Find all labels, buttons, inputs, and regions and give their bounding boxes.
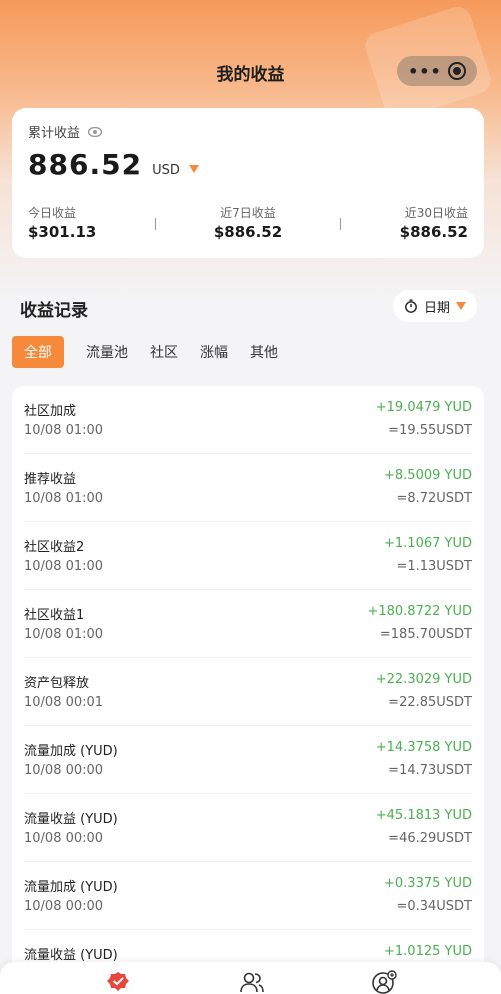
mini-program-capsule[interactable]: ••• [397,56,477,86]
tab-community[interactable]: 社区 [150,336,178,368]
record-usdt: =1.13USDT [396,559,472,574]
date-filter-button[interactable]: 日期 [393,290,477,322]
list-item[interactable]: 社区收益2 10/08 01:00 +1.1067 YUD =1.13USDT [24,522,472,590]
record-amount: +1.1067 YUD [384,536,472,551]
stat-today: 今日收益 $301.13 [28,204,96,241]
record-time: 10/08 00:01 [24,695,104,710]
summary-amount-row: 886.52 USD [28,148,200,181]
records-list: 社区加成 10/08 01:00 +19.0479 YUD =19.55USDT… [12,386,484,994]
record-usdt: =14.73USDT [388,763,472,778]
stat-label: 近30日收益 [404,206,468,220]
record-usdt: =185.70USDT [379,627,472,642]
community-icon[interactable] [238,970,266,994]
record-time: 10/08 00:00 [24,831,104,846]
tab-all[interactable]: 全部 [12,336,64,368]
records-tabs: 全部 流量池 社区 涨幅 其他 [12,336,278,368]
eye-icon[interactable] [88,126,103,137]
record-time: 10/08 01:00 [24,423,104,438]
summary-label-row: 累计收益 [28,122,103,141]
record-usdt: =8.72USDT [396,491,472,506]
stat-value: $886.52 [213,223,283,241]
caret-down-icon [188,165,199,173]
divider [340,218,342,230]
record-name: 流量加成 (YUD) [24,880,118,895]
record-amount: +14.3758 YUD [375,740,472,755]
tab-traffic-pool[interactable]: 流量池 [86,336,128,368]
record-amount: +1.0125 YUD [384,944,472,959]
stat-value: $886.52 [399,223,468,241]
record-name: 流量收益 (YUD) [24,812,118,827]
stats-row: 今日收益 $301.13 近7日收益 $886.52 近30日收益 $886.5… [28,204,468,241]
records-title: 收益记录 [20,301,88,321]
record-amount: +0.3375 YUD [384,876,472,891]
tab-other[interactable]: 其他 [250,336,278,368]
currency-label: USD [152,163,180,178]
stat-7-days: 近7日收益 $886.52 [214,204,282,241]
stat-30-days: 近30日收益 $886.52 [400,204,468,241]
record-name: 社区收益1 [24,608,85,623]
record-amount: +8.5009 YUD [384,468,472,483]
total-amount: 886.52 [28,148,143,181]
record-usdt: =19.55USDT [388,423,472,438]
summary-card: 累计收益 886.52 USD 今日收益 $301.13 近7日收益 $886.… [12,108,484,258]
record-name: 流量收益 (YUD) [24,948,118,963]
tab-gain[interactable]: 涨幅 [200,336,228,368]
record-usdt: =46.29USDT [388,831,472,846]
summary-label: 累计收益 [28,126,81,141]
list-item[interactable]: 流量收益 (YUD) 10/08 00:00 +45.1813 YUD =46.… [24,794,472,862]
record-amount: +22.3029 YUD [375,672,472,687]
record-name: 资产包释放 [24,676,90,691]
record-time: 10/08 00:00 [24,899,104,914]
record-amount: +45.1813 YUD [375,808,472,823]
currency-selector[interactable]: USD [152,163,200,178]
record-time: 10/08 01:00 [24,627,104,642]
record-amount: +19.0479 YUD [375,400,472,415]
record-name: 社区收益2 [24,540,85,555]
list-item[interactable]: 资产包释放 10/08 00:01 +22.3029 YUD =22.85USD… [24,658,472,726]
record-time: 10/08 01:00 [24,491,104,506]
list-item[interactable]: 流量加成 (YUD) 10/08 00:00 +0.3375 YUD =0.34… [24,862,472,930]
stat-label: 今日收益 [28,206,77,220]
more-icon[interactable]: ••• [408,62,442,81]
divider [154,218,156,230]
record-usdt: =0.34USDT [396,899,472,914]
record-name: 推荐收益 [24,472,77,487]
record-name: 社区加成 [24,404,77,419]
record-time: 10/08 00:00 [24,763,104,778]
list-item[interactable]: 社区加成 10/08 01:00 +19.0479 YUD =19.55USDT [24,386,472,454]
record-amount: +180.8722 YUD [367,604,472,619]
list-item[interactable]: 流量加成 (YUD) 10/08 00:00 +14.3758 YUD =14.… [24,726,472,794]
stat-value: $301.13 [28,223,97,241]
profile-icon[interactable] [370,970,398,994]
earnings-icon[interactable] [104,970,132,994]
list-item[interactable]: 社区收益1 10/08 01:00 +180.8722 YUD =185.70U… [24,590,472,658]
stat-label: 近7日收益 [220,206,276,220]
bottom-nav [0,962,501,994]
record-name: 流量加成 (YUD) [24,744,118,759]
record-usdt: =22.85USDT [388,695,472,710]
target-icon[interactable] [447,62,466,80]
page-title: 我的收益 [216,64,285,85]
timer-icon [405,299,417,313]
caret-down-icon [456,302,466,310]
record-time: 10/08 01:00 [24,559,104,574]
list-item[interactable]: 推荐收益 10/08 01:00 +8.5009 YUD =8.72USDT [24,454,472,522]
date-filter-label: 日期 [423,300,450,316]
